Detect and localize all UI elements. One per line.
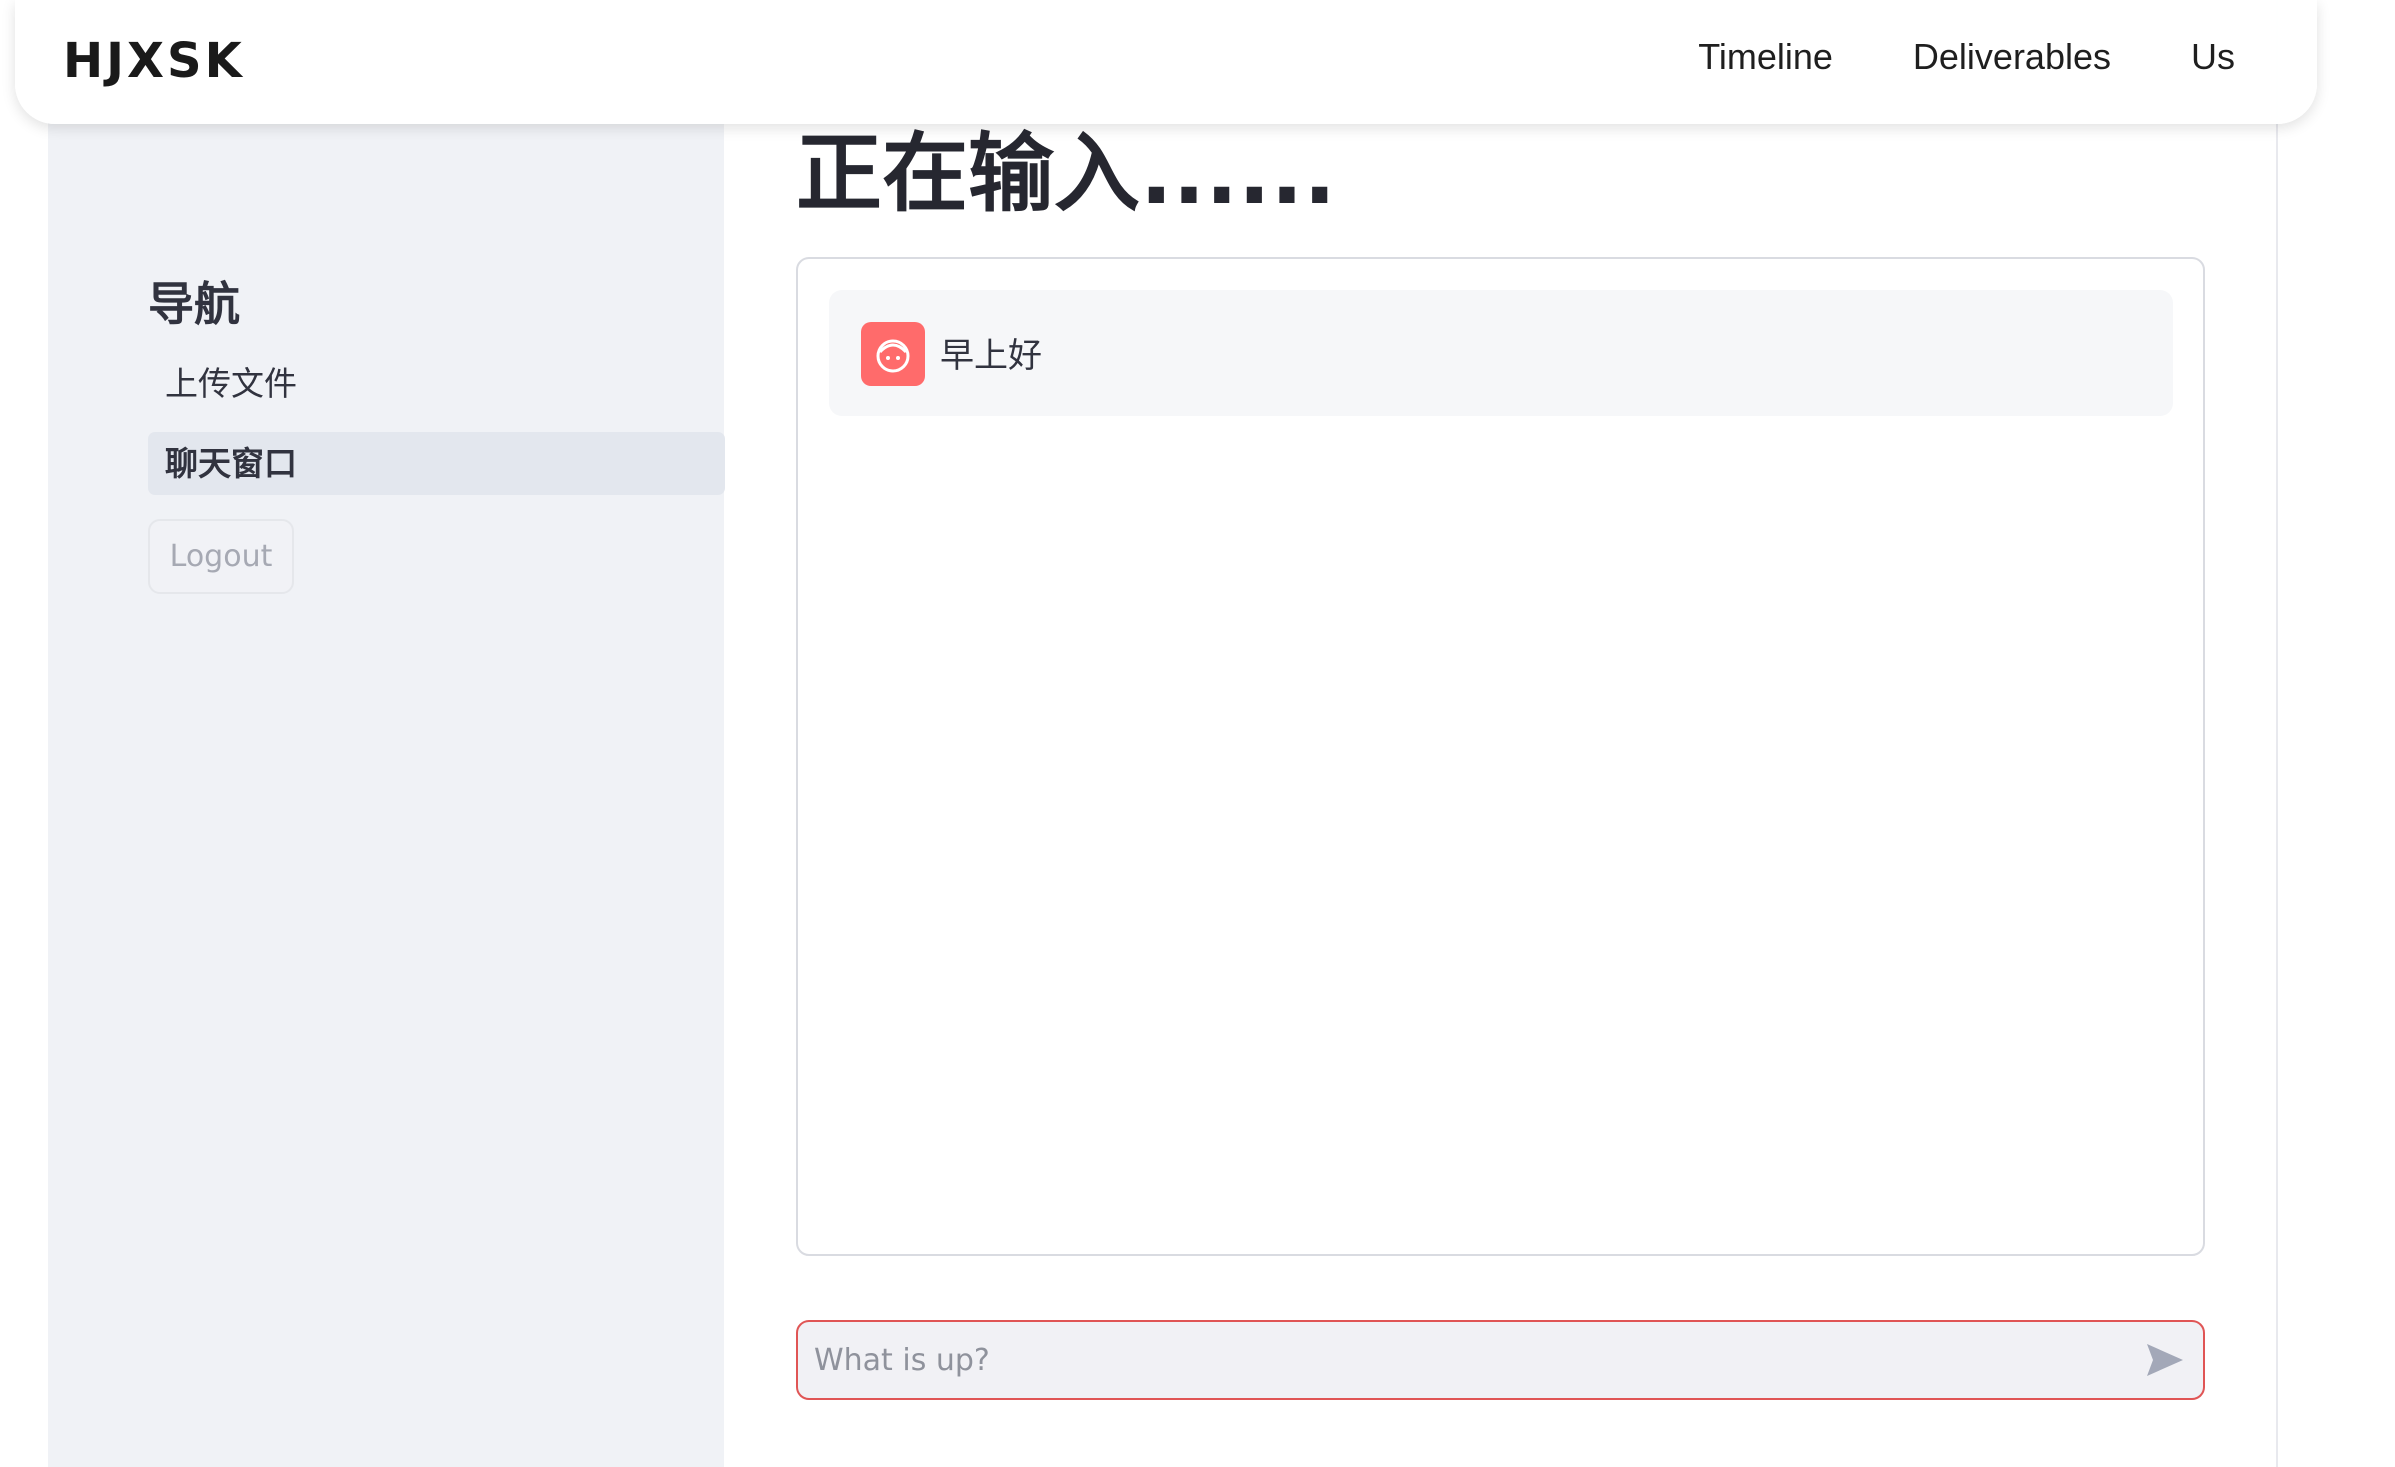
- top-navbar: HJXSK Timeline Deliverables Us: [15, 0, 2317, 124]
- logo: HJXSK: [63, 33, 245, 89]
- sidebar-title: 导航: [148, 277, 240, 331]
- user-face-icon: [861, 322, 925, 386]
- top-nav-links: Timeline Deliverables Us: [1698, 36, 2235, 78]
- nav-link-timeline[interactable]: Timeline: [1698, 36, 1833, 78]
- chat-message: 早上好: [829, 290, 2173, 416]
- chat-input-box: [796, 1320, 2205, 1400]
- chat-messages-container: 早上好: [796, 257, 2205, 1256]
- sidebar-item-upload[interactable]: 上传文件: [148, 352, 725, 415]
- page-title: 正在输入......: [796, 124, 1337, 224]
- logout-button[interactable]: Logout: [148, 519, 294, 594]
- message-text: 早上好: [940, 336, 1042, 376]
- sidebar-item-chat[interactable]: 聊天窗口: [148, 432, 725, 495]
- send-arrow-icon[interactable]: [2145, 1342, 2185, 1378]
- sidebar: 导航 上传文件 聊天窗口 Logout: [48, 0, 725, 1467]
- nav-link-deliverables[interactable]: Deliverables: [1913, 36, 2111, 78]
- chat-input[interactable]: [814, 1322, 2114, 1398]
- nav-link-us[interactable]: Us: [2191, 36, 2235, 78]
